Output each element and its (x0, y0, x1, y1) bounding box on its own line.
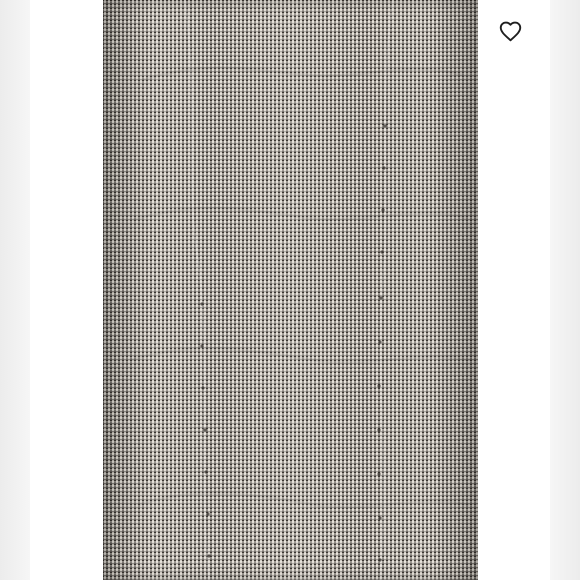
left-gallery-edge (0, 0, 30, 580)
favorite-button[interactable] (497, 18, 523, 44)
knit-texture-overlay (103, 0, 478, 580)
product-photo[interactable] (103, 0, 478, 580)
product-photo-viewer (0, 0, 580, 580)
heart-icon (499, 21, 521, 41)
right-gallery-edge (550, 0, 580, 580)
